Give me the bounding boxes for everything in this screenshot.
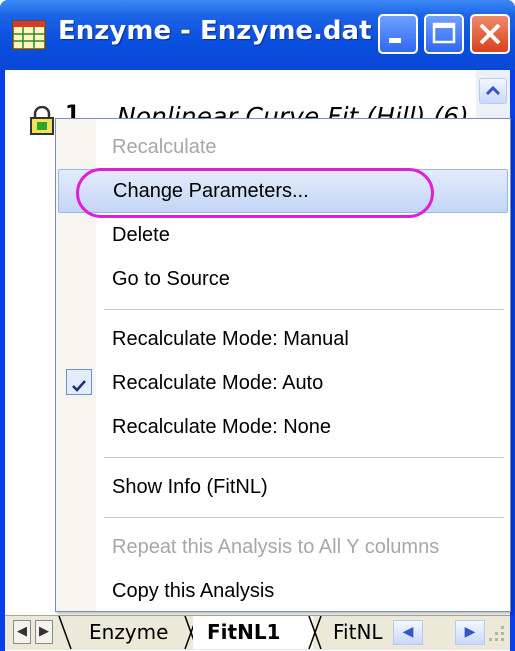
title-bar[interactable]: Enzyme - Enzyme.dat [0, 0, 515, 70]
menu-item-recalc-none[interactable]: Recalculate Mode: None [58, 405, 508, 449]
menu-item-label: Recalculate Mode: Auto [112, 372, 324, 394]
tab-enzyme[interactable]: Enzyme [69, 616, 187, 649]
first-sheet-button[interactable]: ◀ [13, 620, 31, 644]
chevron-up-icon [485, 85, 501, 96]
scroll-up-button[interactable] [479, 78, 507, 104]
menu-separator [104, 457, 504, 458]
resize-grip-icon[interactable] [489, 624, 507, 644]
checkmark-icon [66, 369, 92, 395]
menu-item-recalc-manual[interactable]: Recalculate Mode: Manual [58, 317, 508, 361]
window-title: Enzyme - Enzyme.dat [58, 16, 372, 46]
menu-item-copy-analysis[interactable]: Copy this Analysis [58, 569, 508, 613]
worksheet-grid-icon [12, 20, 46, 50]
menu-item-repeat-analysis: Repeat this Analysis to All Y columns [112, 536, 440, 558]
annotation-highlight-ring [76, 168, 434, 218]
maximize-icon [432, 22, 456, 44]
maximize-button[interactable] [424, 14, 464, 54]
sheet-tab-bar: ◀ ▶ Enzyme FitNL1 FitNL2 ◀ ▶ [5, 615, 510, 650]
menu-separator [104, 309, 504, 310]
menu-separator [104, 517, 504, 518]
tab-fitnl2[interactable]: FitNL2 [317, 616, 383, 649]
close-button[interactable] [470, 14, 510, 54]
menu-item-recalculate: Recalculate [112, 136, 217, 158]
minimize-icon [389, 38, 401, 43]
menu-item-delete[interactable]: Delete [58, 213, 508, 257]
menu-item-show-info[interactable]: Show Info (FitNL) [58, 465, 508, 509]
locked-analysis-icon[interactable] [27, 106, 57, 136]
menu-item-go-to-source[interactable]: Go to Source [58, 257, 508, 301]
scroll-left-button[interactable]: ◀ [393, 620, 423, 645]
tab-fitnl1[interactable]: FitNL1 [193, 616, 313, 649]
menu-item-recalc-auto[interactable]: Recalculate Mode: Auto [58, 361, 508, 405]
close-icon [479, 23, 501, 45]
scroll-right-button[interactable]: ▶ [455, 620, 485, 645]
next-sheet-button[interactable]: ▶ [35, 620, 53, 644]
minimize-button[interactable] [378, 14, 418, 54]
